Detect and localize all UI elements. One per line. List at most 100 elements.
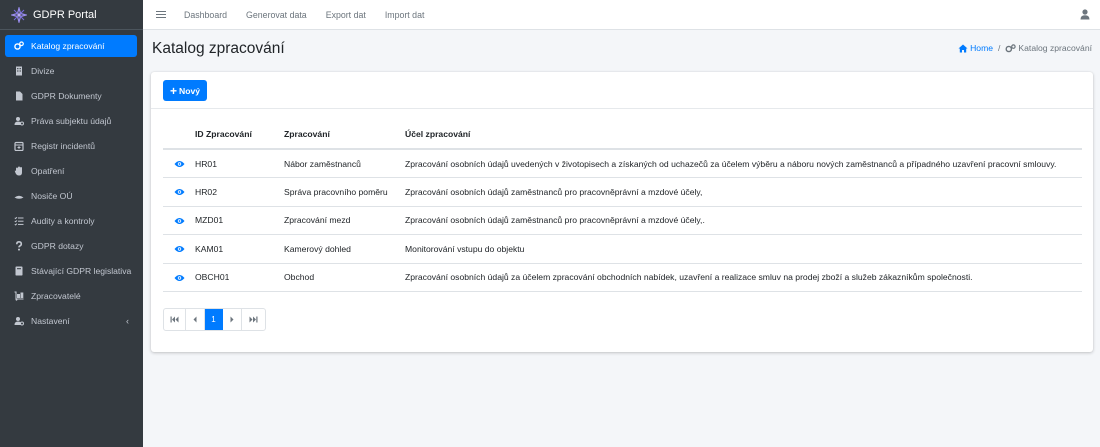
drive-icon xyxy=(14,195,24,199)
nav-link-generovat-data[interactable]: Generovat data xyxy=(246,10,307,20)
hand-icon xyxy=(14,166,22,176)
breadcrumb-separator: / xyxy=(998,43,1001,53)
cell-id: HR01 xyxy=(195,149,284,178)
cell-purpose: Zpracování osobních údajů uvedených v ži… xyxy=(405,149,1082,178)
app-title: GDPR Portal xyxy=(33,8,97,21)
nav-link-import-dat[interactable]: Import dat xyxy=(385,10,425,20)
table-row[interactable]: OBCH01 Obchod Zpracování osobních údajů … xyxy=(163,263,1082,292)
checklist-icon xyxy=(14,216,24,226)
first-page-icon xyxy=(170,316,179,323)
sidebar-item-label: Audity a kontroly xyxy=(31,216,95,226)
sidebar-item-katalog-zpracovani[interactable]: Katalog zpracování xyxy=(5,35,137,57)
sidebar-item-divize[interactable]: Divize xyxy=(5,60,137,82)
eye-icon[interactable] xyxy=(174,274,185,282)
sidebar-item-label: Zpracovatelé xyxy=(31,291,81,301)
plus-icon: + xyxy=(170,83,178,98)
last-page-icon xyxy=(249,316,258,323)
table-row[interactable]: HR02 Správa pracovního poměru Zpracování… xyxy=(163,177,1082,207)
sidebar-item-label: Práva subjektu údajů xyxy=(31,116,112,126)
sidebar-item-nosice-ou[interactable]: Nosiče OÚ xyxy=(5,185,137,207)
eye-icon[interactable] xyxy=(174,245,185,253)
breadcrumb-current-label: Katalog zpracování xyxy=(1018,43,1092,53)
new-button-label: Nový xyxy=(179,85,201,96)
dolly-icon xyxy=(14,291,24,301)
cell-purpose: Monitorování vstupu do objektu xyxy=(405,234,1082,264)
breadcrumb: Home / Katalog zpracování xyxy=(958,43,1092,53)
user-gear-icon xyxy=(14,317,24,326)
building-icon xyxy=(16,66,22,76)
gears-icon xyxy=(14,41,24,50)
gears-icon xyxy=(1005,43,1017,52)
page-title: Katalog zpracování xyxy=(152,40,285,57)
sidebar-item-nastaveni[interactable]: Nastavení ‹ xyxy=(5,310,137,332)
cell-id: MZD01 xyxy=(195,206,284,235)
home-icon xyxy=(958,44,968,52)
nav-link-dashboard[interactable]: Dashboard xyxy=(184,10,227,20)
eye-icon[interactable] xyxy=(174,188,185,196)
top-navbar: Dashboard Generovat data Export dat Impo… xyxy=(143,0,1100,30)
cell-purpose: Zpracování osobních údajů zaměstnanců pr… xyxy=(405,177,1082,207)
pagination: 1 xyxy=(163,308,266,331)
page-button-current[interactable]: 1 xyxy=(205,309,223,330)
sidebar-item-label: Divize xyxy=(31,66,55,76)
sidebar-item-prava-subjektu[interactable]: Práva subjektu údajů xyxy=(5,110,137,132)
book-icon xyxy=(15,266,23,276)
sidebar-item-label: Stávající GDPR legislativa xyxy=(31,266,132,276)
sidebar-item-label: GDPR dotazy xyxy=(31,241,84,251)
user-icon[interactable] xyxy=(1080,9,1090,20)
sidebar-item-label: Registr incidentů xyxy=(31,141,96,151)
chevron-left-icon[interactable]: ‹ xyxy=(126,316,129,326)
sidebar-item-audity-kontroly[interactable]: Audity a kontroly xyxy=(5,210,137,232)
sidebar-item-gdpr-dokumenty[interactable]: GDPR Dokumenty xyxy=(5,85,137,107)
table-row[interactable]: KAM01 Kamerový dohled Monitorování vstup… xyxy=(163,234,1082,264)
table-row[interactable]: MZD01 Zpracování mezd Zpracování osobníc… xyxy=(163,206,1082,235)
cell-processing: Nábor zaměstnanců xyxy=(284,149,405,178)
column-header-processing[interactable]: Zpracování xyxy=(284,120,405,150)
cell-purpose: Zpracování osobních údajů zaměstnanců pr… xyxy=(405,206,1082,235)
column-header-id[interactable]: ID Zpracování xyxy=(195,120,284,150)
last-page-button[interactable] xyxy=(242,309,265,330)
sidebar: GDPR Portal Katalog zpracování Divize GD… xyxy=(0,0,143,447)
previous-page-button[interactable] xyxy=(186,309,205,330)
table-row[interactable]: HR01 Nábor zaměstnanců Zpracování osobní… xyxy=(163,149,1082,178)
sidebar-nav: Katalog zpracování Divize GDPR Dokumenty… xyxy=(0,30,143,332)
question-icon xyxy=(16,241,23,251)
calendar-icon xyxy=(14,141,24,151)
menu-toggle-icon[interactable] xyxy=(156,9,166,21)
column-header-purpose[interactable]: Účel zpracování xyxy=(405,120,1082,150)
cell-processing: Obchod xyxy=(284,263,405,292)
new-button[interactable]: + Nový xyxy=(163,80,208,101)
processing-table: ID Zpracování Zpracování Účel zpracování… xyxy=(163,120,1082,292)
breadcrumb-home-link[interactable]: Home xyxy=(958,43,993,53)
sidebar-item-gdpr-dotazy[interactable]: GDPR dotazy xyxy=(5,235,137,257)
sidebar-item-registr-incidentu[interactable]: Registr incidentů xyxy=(5,135,137,157)
sidebar-item-label: Katalog zpracování xyxy=(31,41,105,51)
cell-id: KAM01 xyxy=(195,234,284,264)
nav-link-export-dat[interactable]: Export dat xyxy=(326,10,366,20)
sidebar-item-stavajici-legislativa[interactable]: Stávající GDPR legislativa xyxy=(5,260,137,282)
brand[interactable]: GDPR Portal xyxy=(0,0,143,30)
card-header: + Nový xyxy=(151,72,1093,109)
cell-purpose: Zpracování osobních údajů za účelem zpra… xyxy=(405,263,1082,292)
sidebar-item-zpracovatele[interactable]: Zpracovatelé xyxy=(5,285,137,307)
next-page-button[interactable] xyxy=(223,309,242,330)
sidebar-item-opatreni[interactable]: Opatření xyxy=(5,160,137,182)
sidebar-item-label: GDPR Dokumenty xyxy=(31,91,102,101)
breadcrumb-home-label: Home xyxy=(970,43,994,53)
cell-id: OBCH01 xyxy=(195,263,284,292)
first-page-button[interactable] xyxy=(164,309,186,330)
user-cog-icon xyxy=(14,117,24,126)
breadcrumb-current: Katalog zpracování xyxy=(1005,43,1092,53)
eye-icon[interactable] xyxy=(174,217,185,225)
eye-icon[interactable] xyxy=(174,160,185,168)
sidebar-item-label: Nastavení xyxy=(31,316,70,326)
sidebar-item-label: Opatření xyxy=(31,166,65,176)
file-icon xyxy=(16,91,23,101)
previous-page-icon xyxy=(193,316,197,323)
cell-processing: Zpracování mezd xyxy=(284,206,405,235)
cell-processing: Správa pracovního poměru xyxy=(284,177,405,207)
column-header-actions xyxy=(163,120,195,150)
processing-catalog-card: + Nový ID Zpracování Zpracování Účel zpr… xyxy=(151,72,1093,352)
cell-processing: Kamerový dohled xyxy=(284,234,405,264)
cell-id: HR02 xyxy=(195,177,284,207)
